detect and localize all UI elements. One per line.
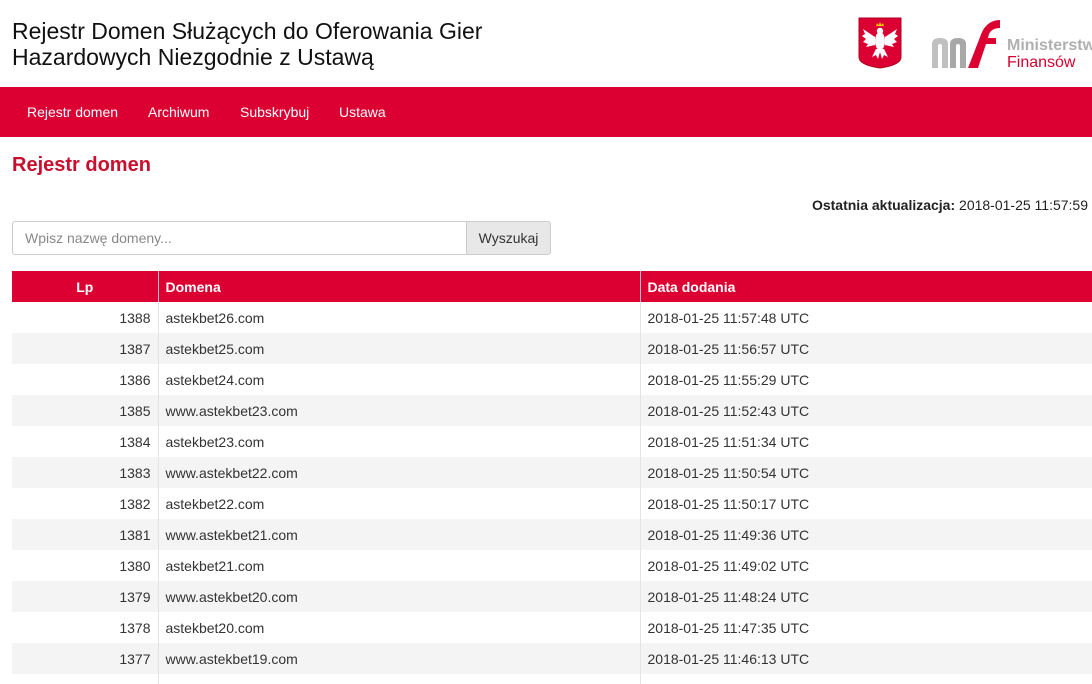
cell-lp: 1377 bbox=[12, 643, 159, 674]
table-row: 1386 astekbet24.com 2018-01-25 11:55:29 UT… bbox=[12, 364, 1092, 395]
cell-domain: astekbet21.com bbox=[158, 550, 641, 581]
site-title-line2[interactable]: Hazardowych Niezgodnie z Ustawą bbox=[12, 44, 482, 70]
polish-eagle-emblem-icon[interactable] bbox=[858, 17, 902, 69]
table-row: 1380 astekbet21.com 2018-01-25 11:49:02 UT… bbox=[12, 550, 1092, 581]
cell-date: 2018-01-25 11:55:29 UTC bbox=[640, 364, 1092, 395]
cell-domain: astekbet25.com bbox=[158, 333, 641, 364]
main-navbar: Rejestr domen Archiwum Subskrybuj Ustawa bbox=[0, 87, 1092, 137]
cell-domain: www.astekbet20.com bbox=[158, 581, 641, 612]
nav-item-rejestr-domen[interactable]: Rejestr domen bbox=[27, 87, 118, 137]
site-title[interactable]: Rejestr Domen Służących do Oferowania Gi… bbox=[12, 18, 482, 70]
table-row bbox=[12, 674, 1092, 684]
column-header-date[interactable]: Data dodania bbox=[640, 271, 1092, 302]
ministry-name-line1[interactable]: Ministerstwo bbox=[1007, 37, 1092, 54]
cell-lp: 1387 bbox=[12, 333, 159, 364]
cell-date: 2018-01-25 11:51:34 UTC bbox=[640, 426, 1092, 457]
cell-lp bbox=[12, 674, 159, 684]
table-body: 1388 astekbet26.com 2018-01-25 11:57:48 UT… bbox=[12, 302, 1092, 684]
table-row: 1382 astekbet22.com 2018-01-25 11:50:17 UT… bbox=[12, 488, 1092, 519]
page-title: Rejestr domen bbox=[12, 154, 151, 176]
table-row: 1385 www.astekbet23.com 2018-01-25 11:52:4… bbox=[12, 395, 1092, 426]
table-row: 1377 www.astekbet19.com 2018-01-25 11:46:1… bbox=[12, 643, 1092, 674]
domain-register-table: Lp Domena Data dodania 1388 astekbet26.co… bbox=[12, 271, 1092, 684]
cell-domain: astekbet24.com bbox=[158, 364, 641, 395]
nav-item-archiwum[interactable]: Archiwum bbox=[148, 87, 209, 137]
column-header-lp[interactable]: Lp bbox=[12, 271, 159, 302]
cell-date: 2018-01-25 11:57:48 UTC bbox=[640, 302, 1092, 333]
cell-date: 2018-01-25 11:50:54 UTC bbox=[640, 457, 1092, 488]
cell-domain: astekbet23.com bbox=[158, 426, 641, 457]
table-row: 1378 astekbet20.com 2018-01-25 11:47:35 UT… bbox=[12, 612, 1092, 643]
cell-domain: astekbet22.com bbox=[158, 488, 641, 519]
cell-date: 2018-01-25 11:50:17 UTC bbox=[640, 488, 1092, 519]
cell-lp: 1384 bbox=[12, 426, 159, 457]
table-row: 1383 www.astekbet22.com 2018-01-25 11:50:5… bbox=[12, 457, 1092, 488]
site-header: Rejestr Domen Służących do Oferowania Gi… bbox=[0, 0, 1092, 87]
cell-lp: 1382 bbox=[12, 488, 159, 519]
ministry-name[interactable]: Ministerstwo Finansów bbox=[1007, 37, 1092, 71]
cell-lp: 1379 bbox=[12, 581, 159, 612]
table-header-row: Lp Domena Data dodania bbox=[12, 271, 1092, 302]
search-input[interactable] bbox=[12, 221, 467, 255]
site-title-line1[interactable]: Rejestr Domen Służących do Oferowania Gi… bbox=[12, 18, 482, 44]
table-row: 1384 astekbet23.com 2018-01-25 11:51:34 UT… bbox=[12, 426, 1092, 457]
cell-lp: 1380 bbox=[12, 550, 159, 581]
nav-item-ustawa[interactable]: Ustawa bbox=[339, 87, 386, 137]
cell-domain: www.astekbet21.com bbox=[158, 519, 641, 550]
cell-lp: 1378 bbox=[12, 612, 159, 643]
cell-date: 2018-01-25 11:48:24 UTC bbox=[640, 581, 1092, 612]
cell-lp: 1388 bbox=[12, 302, 159, 333]
cell-domain bbox=[158, 674, 641, 684]
cell-date: 2018-01-25 11:52:43 UTC bbox=[640, 395, 1092, 426]
cell-lp: 1383 bbox=[12, 457, 159, 488]
cell-date: 2018-01-25 11:49:02 UTC bbox=[640, 550, 1092, 581]
cell-domain: www.astekbet22.com bbox=[158, 457, 641, 488]
nav-item-subskrybuj[interactable]: Subskrybuj bbox=[240, 87, 309, 137]
cell-date bbox=[640, 674, 1092, 684]
cell-domain: astekbet20.com bbox=[158, 612, 641, 643]
mf-logo-icon[interactable] bbox=[930, 18, 1005, 70]
search-button[interactable]: Wyszukaj bbox=[466, 221, 551, 255]
ministry-name-line2[interactable]: Finansów bbox=[1007, 54, 1092, 71]
cell-date: 2018-01-25 11:56:57 UTC bbox=[640, 333, 1092, 364]
last-update-label: Ostatnia aktualizacja: bbox=[811, 197, 956, 213]
table-row: 1388 astekbet26.com 2018-01-25 11:57:48 UT… bbox=[12, 302, 1092, 333]
last-update: Ostatnia aktualizacja: 2018-01-25 11:57:… bbox=[812, 197, 1088, 213]
cell-date: 2018-01-25 11:46:13 UTC bbox=[640, 643, 1092, 674]
cell-lp: 1385 bbox=[12, 395, 159, 426]
table-row: 1381 www.astekbet21.com 2018-01-25 11:49:3… bbox=[12, 519, 1092, 550]
cell-lp: 1386 bbox=[12, 364, 159, 395]
cell-domain: astekbet26.com bbox=[158, 302, 641, 333]
cell-lp: 1381 bbox=[12, 519, 159, 550]
cell-domain: www.astekbet23.com bbox=[158, 395, 641, 426]
table-row: 1379 www.astekbet20.com 2018-01-25 11:48:2… bbox=[12, 581, 1092, 612]
table-row: 1387 astekbet25.com 2018-01-25 11:56:57 UT… bbox=[12, 333, 1092, 364]
cell-date: 2018-01-25 11:49:36 UTC bbox=[640, 519, 1092, 550]
column-header-domain[interactable]: Domena bbox=[158, 271, 641, 302]
cell-domain: www.astekbet19.com bbox=[158, 643, 641, 674]
cell-date: 2018-01-25 11:47:35 UTC bbox=[640, 612, 1092, 643]
last-update-value: 2018-01-25 11:57:59 bbox=[959, 197, 1088, 213]
